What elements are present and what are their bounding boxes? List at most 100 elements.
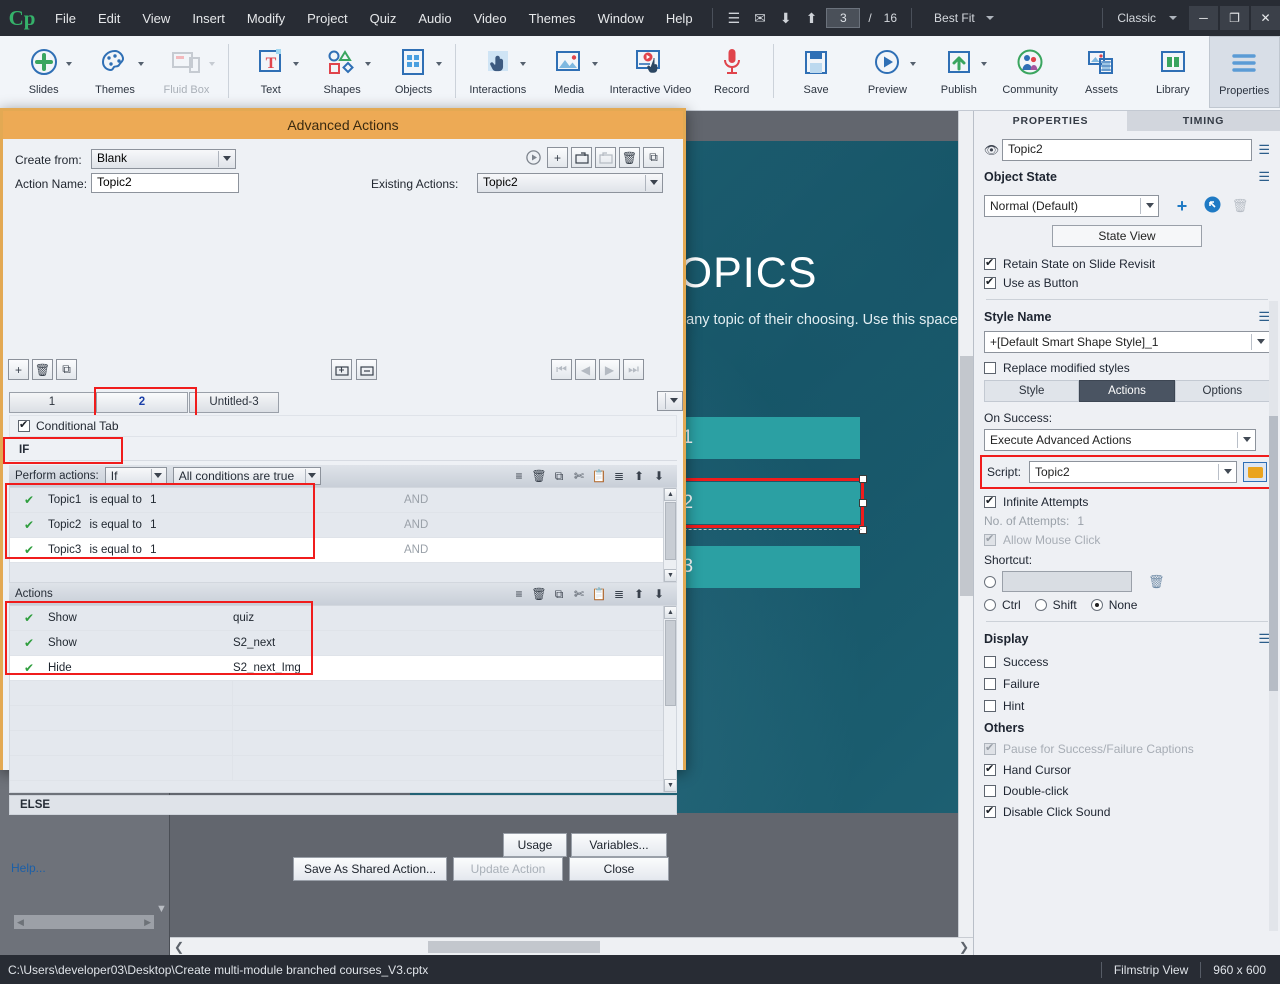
workspace-switcher[interactable]: Classic ─ ❐ ✕	[1094, 6, 1280, 30]
ribbon-publish[interactable]: Publish	[923, 36, 994, 108]
scroll-left-icon[interactable]: ◀	[17, 917, 24, 928]
checkbox-icon[interactable]	[984, 678, 996, 690]
checkbox-icon[interactable]	[18, 418, 30, 432]
scroll-up-icon[interactable]: ▲	[664, 488, 676, 501]
chevron-down-icon[interactable]	[520, 62, 527, 66]
chevron-down-icon[interactable]	[1243, 437, 1251, 442]
ribbon-properties[interactable]: Properties	[1208, 36, 1280, 108]
menu-project[interactable]: Project	[296, 6, 358, 31]
checkbox-icon[interactable]	[984, 256, 996, 270]
checkbox-icon[interactable]	[984, 362, 996, 374]
insert-icon[interactable]: ≡	[509, 587, 529, 601]
action-row-empty[interactable]	[10, 755, 676, 781]
scroll-left-icon[interactable]: ❮	[174, 940, 184, 954]
delete-tab-icon[interactable]: 🗑	[32, 359, 53, 380]
checkbox-icon[interactable]	[984, 700, 996, 712]
ribbon-interactive-video[interactable]: Interactive Video	[605, 36, 696, 108]
ribbon-slides[interactable]: Slides	[8, 36, 79, 108]
ribbon-text[interactable]: T Text	[235, 36, 306, 108]
filmstrip-more-icon[interactable]: ▼	[156, 903, 167, 915]
scrollbar-thumb[interactable]	[665, 620, 676, 706]
action-row-empty[interactable]	[10, 705, 676, 731]
resize-handle-e[interactable]	[859, 499, 867, 507]
menu-edit[interactable]: Edit	[87, 6, 131, 31]
remove-action-tab-icon[interactable]	[356, 359, 377, 380]
visibility-eye-icon[interactable]: 👁	[984, 143, 1002, 157]
scrollbar-thumb[interactable]	[1269, 416, 1278, 691]
workspace-label[interactable]: Classic	[1111, 11, 1162, 25]
copy-icon[interactable]: ⧉	[549, 469, 569, 484]
ctrl-radio[interactable]	[984, 599, 996, 611]
checkbox-icon[interactable]	[984, 762, 996, 776]
action-row-empty[interactable]	[10, 730, 676, 756]
menu-modify[interactable]: Modify	[236, 6, 296, 31]
copy-icon[interactable]: ⧉	[549, 587, 569, 602]
maximize-button[interactable]: ❐	[1220, 6, 1249, 30]
scroll-right-icon[interactable]: ❯	[959, 940, 969, 954]
replace-styles-checkbox[interactable]: Replace modified styles	[984, 361, 1270, 375]
chevron-down-icon[interactable]	[591, 62, 598, 66]
chevron-down-icon[interactable]	[670, 398, 678, 403]
chevron-down-icon[interactable]	[981, 62, 988, 66]
move-down-icon[interactable]: ⬇	[649, 469, 669, 483]
variables-button[interactable]: Variables...	[571, 833, 667, 857]
chevron-down-icon[interactable]	[1169, 16, 1177, 20]
condition-row-empty[interactable]	[10, 563, 676, 582]
resize-handle-ne[interactable]	[859, 475, 867, 483]
delete-icon[interactable]: 🗑	[619, 147, 640, 168]
object-state-menu-icon[interactable]: ☰	[1252, 169, 1270, 185]
chevron-down-icon[interactable]	[1224, 469, 1232, 474]
display-failure-checkbox[interactable]: Failure	[984, 677, 1270, 691]
ribbon-shapes[interactable]: Shapes	[306, 36, 377, 108]
none-radio[interactable]	[1090, 599, 1103, 611]
ribbon-interactions[interactable]: Interactions	[462, 36, 533, 108]
script-select[interactable]: Topic2	[1029, 461, 1237, 483]
scroll-right-icon[interactable]: ▶	[144, 917, 151, 928]
ribbon-objects[interactable]: Objects	[378, 36, 449, 108]
object-name-input[interactable]: Topic2	[1002, 139, 1252, 161]
ribbon-community[interactable]: Community	[994, 36, 1065, 108]
menu-video[interactable]: Video	[463, 6, 518, 31]
cut-icon[interactable]: ✄	[569, 587, 589, 601]
usage-button[interactable]: Usage	[503, 833, 567, 857]
close-button[interactable]: ✕	[1251, 6, 1280, 30]
move-up-icon[interactable]: ⬆	[629, 587, 649, 601]
menu-audio[interactable]: Audio	[407, 6, 462, 31]
shortcut-input[interactable]	[1002, 571, 1132, 592]
style-name-select[interactable]: +[Default Smart Shape Style]_1	[984, 331, 1270, 353]
actions-scrollbar[interactable]: ▲ ▼	[663, 606, 676, 792]
minimize-button[interactable]: ─	[1189, 6, 1218, 30]
retain-state-checkbox[interactable]: Retain State on Slide Revisit	[984, 256, 1270, 271]
add-icon[interactable]: +	[547, 147, 568, 168]
down-arrow-icon[interactable]: ⬇	[773, 10, 799, 27]
create-from-select[interactable]: Blank	[91, 149, 236, 169]
duplicate-icon[interactable]: ⧉	[643, 147, 664, 168]
insert-row-icon[interactable]: ≣	[609, 469, 629, 483]
chevron-down-icon[interactable]	[137, 62, 144, 66]
view-mode-label[interactable]: Filmstrip View	[1114, 963, 1188, 977]
else-bar[interactable]: ELSE	[9, 795, 677, 815]
disable-click-sound-checkbox[interactable]: Disable Click Sound	[984, 804, 1270, 819]
menu-themes[interactable]: Themes	[518, 6, 587, 31]
chevron-down-icon[interactable]	[985, 16, 994, 20]
ribbon-assets[interactable]: Assets	[1066, 36, 1137, 108]
chevron-down-icon[interactable]	[364, 62, 371, 66]
cut-icon[interactable]: ✄	[569, 469, 589, 483]
chevron-down-icon[interactable]	[1146, 203, 1154, 208]
help-link[interactable]: Help...	[11, 861, 46, 875]
tab-timing[interactable]: TIMING	[1127, 111, 1280, 131]
tabs-overflow-select[interactable]	[657, 391, 683, 411]
add-tab-icon[interactable]: +	[8, 359, 29, 380]
checkbox-icon[interactable]	[984, 785, 996, 797]
resize-handle-se[interactable]	[859, 526, 867, 534]
action-tab-untitled-3[interactable]: Untitled-3	[189, 392, 279, 413]
canvas-vertical-scrollbar[interactable]	[958, 111, 973, 939]
shift-radio[interactable]	[1034, 599, 1047, 611]
move-up-icon[interactable]: ⬆	[629, 469, 649, 483]
menu-file[interactable]: File	[44, 6, 87, 31]
insert-row-icon[interactable]: ≣	[609, 587, 629, 601]
hand-cursor-checkbox[interactable]: Hand Cursor	[984, 762, 1270, 777]
email-icon[interactable]: ✉	[747, 10, 773, 27]
object-name-menu-icon[interactable]: ☰	[1252, 142, 1270, 158]
clear-shortcut-icon[interactable]: 🗑	[1148, 574, 1165, 590]
